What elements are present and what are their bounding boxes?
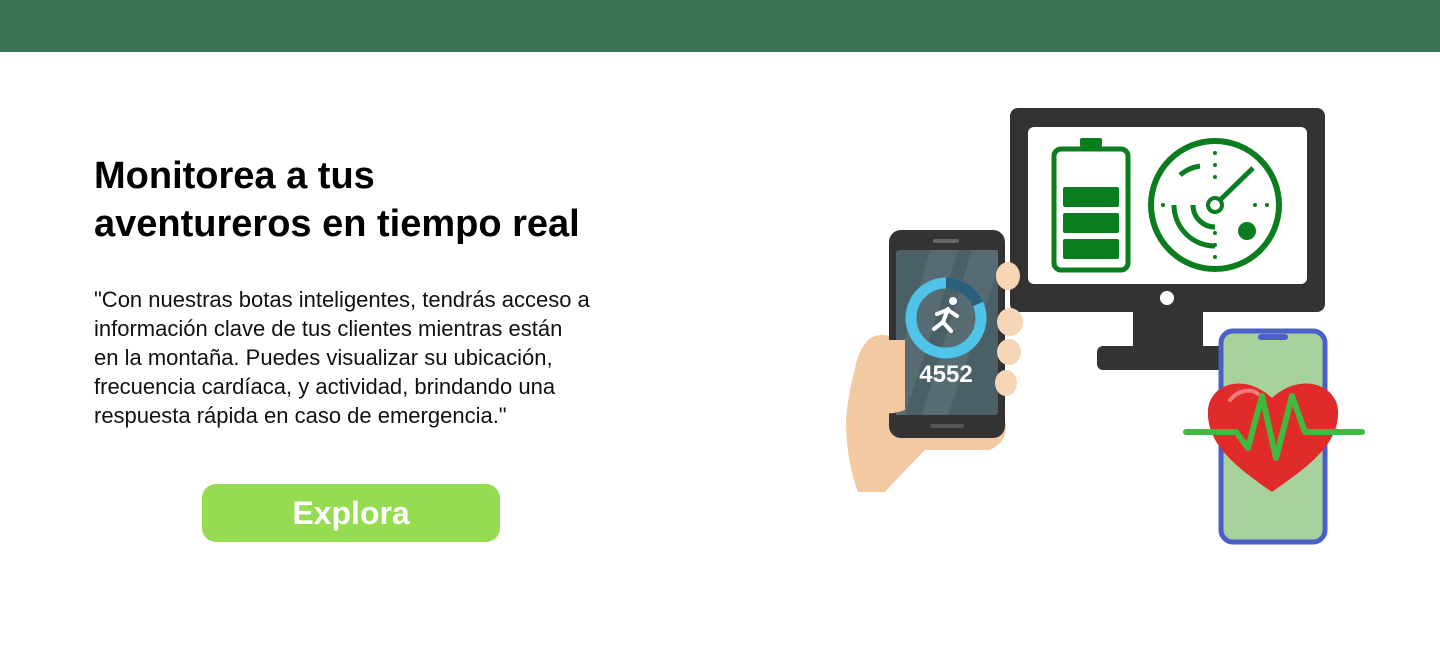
- top-bar: [0, 0, 1440, 52]
- monitoring-illustration: 4552: [846, 108, 1365, 545]
- hero-description-line-1: "Con nuestras botas inteligentes, tendrá…: [94, 287, 590, 312]
- hero-description-line-5: respuesta rápida en caso de emergencia.": [94, 403, 507, 428]
- hero-description-line-4: frecuencia cardíaca, y actividad, brinda…: [94, 374, 556, 399]
- heart-rate-icon: [1183, 383, 1365, 492]
- explore-button[interactable]: Explora: [202, 484, 500, 542]
- step-count: 4552: [919, 361, 972, 388]
- hero-description-line-2: información clave de tus clientes mientr…: [94, 316, 563, 341]
- hero-title: Monitorea a tus aventureros en tiempo re…: [94, 152, 734, 248]
- hand-holding-phone: 4552: [846, 230, 1023, 492]
- hero-title-line-2: aventureros en tiempo real: [94, 203, 580, 245]
- hero-description: "Con nuestras botas inteligentes, tendrá…: [94, 285, 714, 430]
- hero-title-line-1: Monitorea a tus: [94, 155, 375, 197]
- hero-description-line-3: en la montaña. Puedes visualizar su ubic…: [94, 345, 553, 370]
